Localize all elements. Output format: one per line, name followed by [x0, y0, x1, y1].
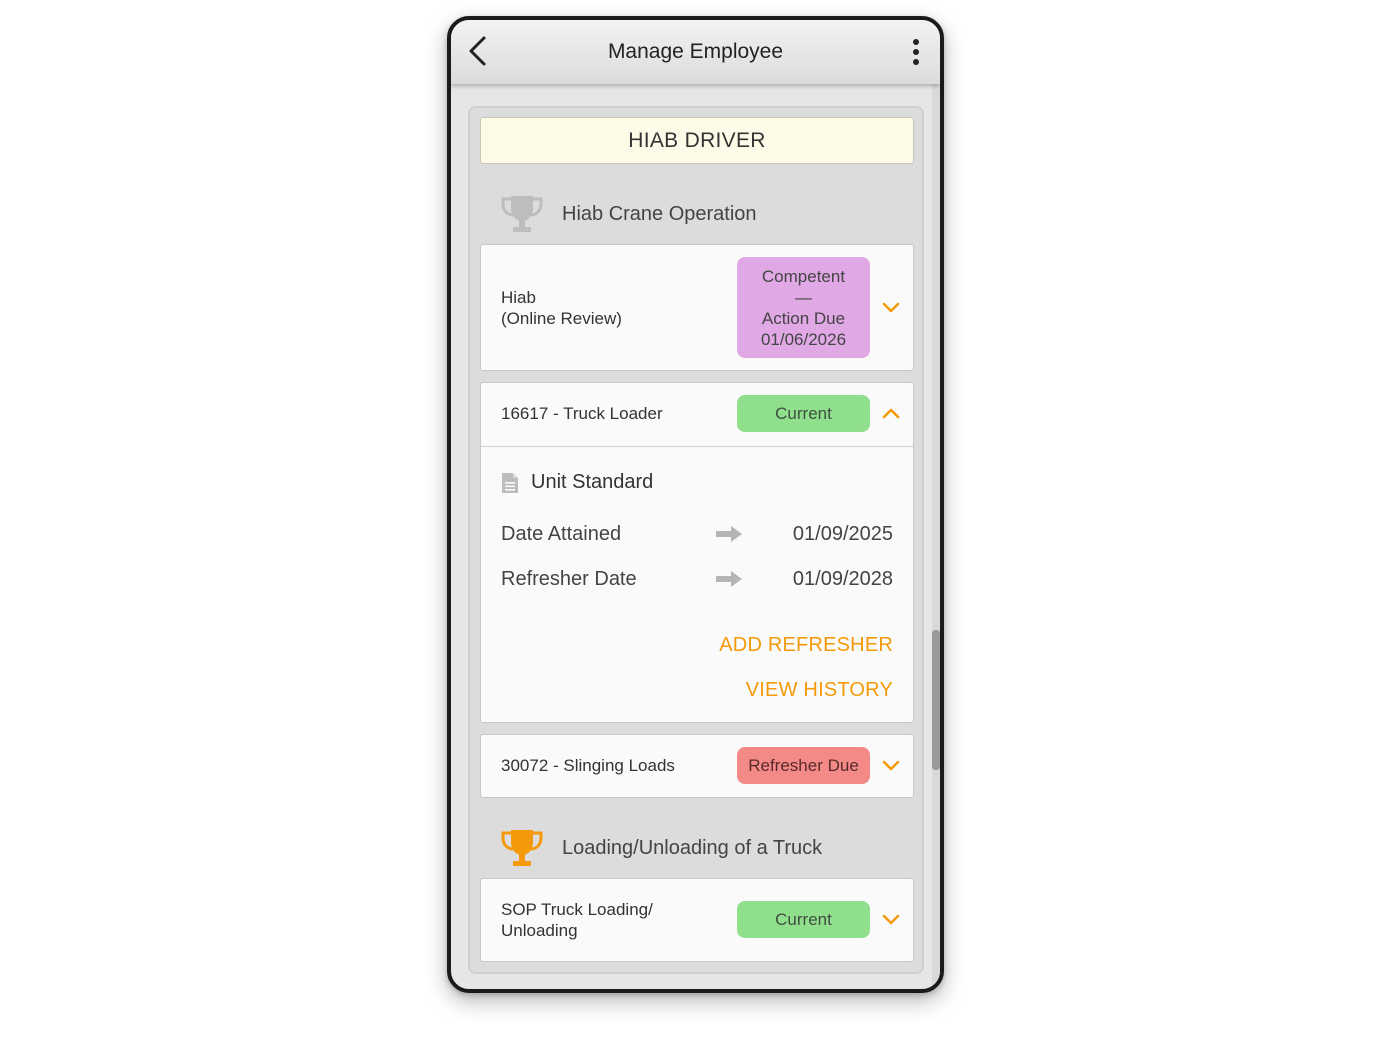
status-badge-refresher-due[interactable]: Refresher Due: [737, 747, 870, 784]
refresher-date-row: Refresher Date 01/09/2028: [501, 566, 893, 592]
arrow-right-icon: [716, 571, 742, 587]
chevron-down-icon: [882, 914, 900, 925]
status-badge-competent[interactable]: Competent — Action Due 01/06/2026: [737, 257, 870, 358]
status-badge-current[interactable]: Current: [737, 901, 870, 938]
competency-name: 30072 - Slinging Loads: [501, 756, 675, 775]
competency-card-sop-truck-loading[interactable]: SOP Truck Loading/ Unloading Current: [480, 878, 914, 962]
scrollbar-thumb[interactable]: [932, 630, 940, 770]
trophy-icon: [501, 196, 543, 232]
chevron-up-icon: [882, 408, 900, 419]
competency-card-slinging-loads[interactable]: 30072 - Slinging Loads Refresher Due: [480, 734, 914, 798]
role-title: HIAB DRIVER: [480, 117, 914, 164]
expand-button[interactable]: [880, 755, 902, 777]
date-attained-row: Date Attained 01/09/2025: [501, 521, 893, 547]
document-icon: [502, 472, 518, 493]
competency-card-truck-loader[interactable]: 16617 - Truck Loader Current Unit Standa…: [480, 382, 914, 723]
refresher-date-label: Refresher Date: [501, 567, 637, 590]
divider: [481, 446, 913, 447]
scrollbar-track[interactable]: [932, 84, 940, 989]
chevron-down-icon: [882, 760, 900, 771]
section-title: Loading/Unloading of a Truck: [562, 836, 823, 859]
date-attained-value: 01/09/2025: [792, 522, 893, 545]
page-title: Manage Employee: [607, 40, 784, 63]
more-options-button[interactable]: [906, 34, 926, 70]
section-title: Hiab Crane Operation: [562, 202, 757, 225]
arrow-right-icon: [716, 526, 742, 542]
competency-card-hiab[interactable]: Hiab (Online Review) Competent — Action …: [480, 244, 914, 371]
trophy-icon: [501, 830, 543, 866]
competency-name: Hiab (Online Review): [501, 288, 622, 328]
section-header-loading-unloading: Loading/Unloading of a Truck: [500, 826, 822, 870]
expand-button[interactable]: [880, 909, 902, 931]
phone-frame: Manage Employee HIAB DRIVER Hiab Crane O…: [447, 16, 944, 993]
role-panel: HIAB DRIVER Hiab Crane Operation Hiab (O…: [468, 106, 924, 974]
expand-button[interactable]: [880, 297, 902, 319]
collapse-button[interactable]: [880, 402, 902, 424]
unit-standard-row: Unit Standard: [501, 471, 653, 494]
competency-name: 16617 - Truck Loader: [501, 404, 663, 423]
add-refresher-button[interactable]: ADD REFRESHER: [719, 634, 893, 657]
section-header-hiab-crane: Hiab Crane Operation: [500, 192, 757, 236]
app-bar: Manage Employee: [451, 20, 940, 84]
date-attained-label: Date Attained: [501, 522, 622, 545]
status-badge-current[interactable]: Current: [737, 395, 870, 432]
chevron-down-icon: [882, 302, 900, 313]
more-vert-icon: [913, 39, 919, 45]
refresher-date-value: 01/09/2028: [792, 567, 893, 590]
view-history-button[interactable]: VIEW HISTORY: [746, 679, 893, 702]
competency-name: SOP Truck Loading/ Unloading: [501, 900, 653, 940]
